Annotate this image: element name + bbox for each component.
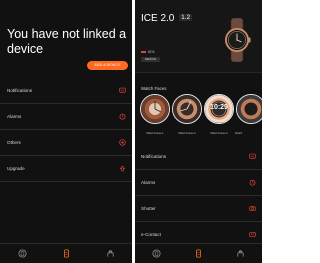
bottom-nav xyxy=(0,243,132,263)
battery-status: 61% xyxy=(141,50,154,54)
alarm-icon xyxy=(249,179,256,186)
menu-item-others[interactable]: Others xyxy=(0,130,132,156)
profile-icon[interactable] xyxy=(234,247,248,261)
watch-face-2[interactable] xyxy=(172,94,202,124)
watch-face-label: Watch Faces 2 xyxy=(178,132,196,135)
watch-face-3[interactable]: 10:29 xyxy=(204,94,234,124)
menu-item-label: Shutter xyxy=(141,206,156,211)
watch-image xyxy=(225,18,251,62)
menu-item-label: Notifications xyxy=(7,88,33,93)
no-device-title: You have not linked a device xyxy=(7,27,127,56)
devices-icon[interactable] xyxy=(15,247,29,261)
menu-item-label: Upgrade xyxy=(7,166,25,171)
menu-item-notifications[interactable]: Notifications xyxy=(0,78,132,104)
notification-icon xyxy=(249,153,256,160)
watch-icon[interactable] xyxy=(59,247,73,261)
bottom-nav xyxy=(135,243,262,263)
profile-icon[interactable] xyxy=(103,247,117,261)
battery-level: 61% xyxy=(148,50,155,54)
others-icon xyxy=(119,139,126,146)
add-device-button[interactable]: ADD A DEVICE xyxy=(87,61,128,70)
menu-item-alarms[interactable]: Alarms xyxy=(0,104,132,130)
watch-face-4[interactable] xyxy=(236,94,262,124)
watch-faces-title: Watch Faces xyxy=(141,86,167,91)
watch-face-label: Watch Faces 3 xyxy=(210,132,228,135)
alarm-icon xyxy=(119,113,126,120)
battery-icon xyxy=(141,50,146,54)
device-screen: ICE 2.0 1.2 61% REMOVE Watch Faces 10:29… xyxy=(135,0,262,263)
contact-card-icon xyxy=(249,231,256,238)
menu-item-label: Alarms xyxy=(7,114,22,119)
menu-item-upgrade[interactable]: Upgrade xyxy=(0,156,132,182)
menu-item-label: Others xyxy=(7,140,21,145)
menu-item-label: Alarms xyxy=(141,180,156,185)
menu-item-label: Notifications xyxy=(141,154,167,159)
device-name: ICE 2.0 xyxy=(141,13,175,24)
watch-face-label: Watch Faces 1 xyxy=(146,132,164,135)
notification-icon xyxy=(119,87,126,94)
devices-icon[interactable] xyxy=(149,247,163,261)
menu-item-label: e-Contact xyxy=(141,232,161,237)
watch-face-label: Watch xyxy=(235,132,243,135)
no-device-screen: You have not linked a device ADD A DEVIC… xyxy=(0,0,132,263)
remove-device-button[interactable]: REMOVE xyxy=(141,57,160,62)
upgrade-icon xyxy=(119,165,126,172)
device-title: ICE 2.0 1.2 xyxy=(141,13,193,24)
watch-face-1[interactable] xyxy=(140,94,170,124)
watch-faces-carousel[interactable]: 10:29 Watch Faces 1 Watch Faces 2 Watch … xyxy=(135,94,262,140)
menu-item-shutter[interactable]: Shutter xyxy=(135,196,262,222)
device-version-badge: 1.2 xyxy=(179,14,193,21)
menu-item-alarms[interactable]: Alarms xyxy=(135,170,262,196)
camera-icon xyxy=(249,205,256,212)
menu-item-notifications[interactable]: Notifications xyxy=(135,144,262,170)
watch-icon[interactable] xyxy=(191,247,205,261)
device-header: ICE 2.0 1.2 61% REMOVE xyxy=(135,0,262,73)
